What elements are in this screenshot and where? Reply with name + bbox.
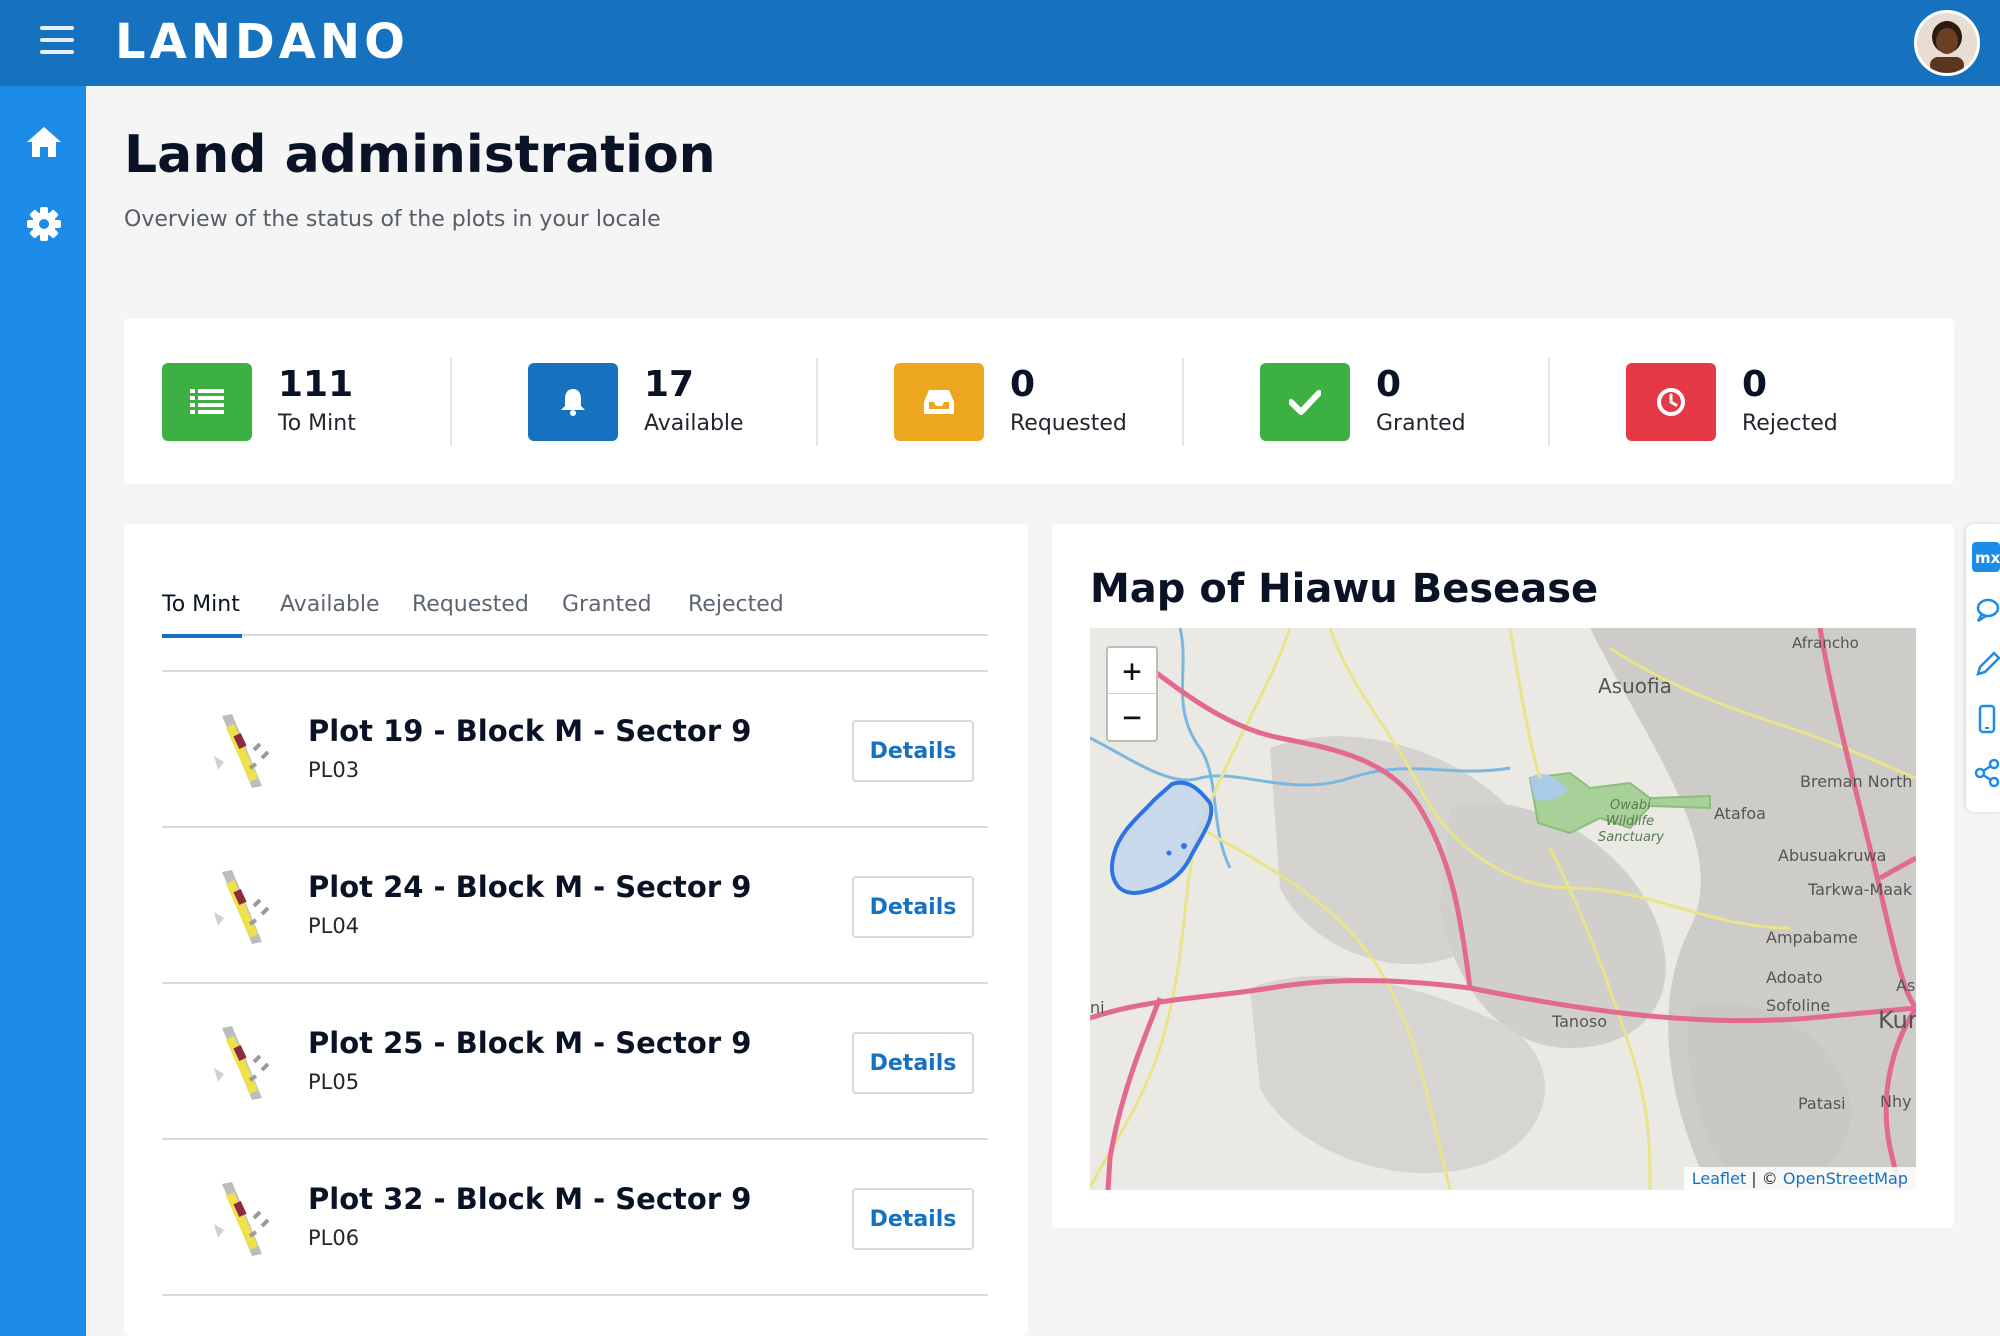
tab-requested[interactable]: Requested: [412, 592, 529, 617]
status-summary-card: 111 To Mint 17 Available 0 Requested 0 G…: [124, 318, 1954, 484]
map-view[interactable]: Afrancho Asuofia Breman North Owabi Wild…: [1090, 628, 1916, 1190]
zoom-control: + −: [1106, 646, 1158, 742]
stat-value: 0: [1376, 364, 1402, 405]
tab-to-mint[interactable]: To Mint: [162, 592, 240, 617]
hamburger-menu-icon[interactable]: [40, 26, 74, 58]
map-card: Map of Hiawu Besease Afrancho Asuofia Br…: [1052, 524, 1954, 1228]
details-button[interactable]: Details: [852, 1032, 974, 1094]
tab-granted[interactable]: Granted: [562, 592, 652, 617]
divider: [1548, 358, 1550, 446]
list-item[interactable]: Plot 24 - Block M - Sector 9 PL04 Detail…: [162, 828, 988, 982]
map-label: Kur: [1878, 1006, 1916, 1034]
map-attribution: Leaflet | © OpenStreetMap: [1683, 1167, 1916, 1190]
list-item[interactable]: Plot 25 - Block M - Sector 9 PL05 Detail…: [162, 984, 988, 1138]
list-item[interactable]: Plot 32 - Block M - Sector 9 PL06 Detail…: [162, 1140, 988, 1294]
top-bar: LANDANO: [0, 0, 2000, 86]
map-label: Wildlife: [1606, 814, 1655, 829]
map-label: Sofoline: [1766, 996, 1831, 1015]
list-icon: [162, 363, 252, 441]
map-label: Nhy: [1880, 1092, 1912, 1111]
check-icon: [1260, 363, 1350, 441]
details-button[interactable]: Details: [852, 720, 974, 782]
tab-available[interactable]: Available: [280, 592, 380, 617]
map-label: Asuofia: [1598, 674, 1672, 698]
details-button[interactable]: Details: [852, 876, 974, 938]
app-logo[interactable]: LANDANO: [115, 14, 409, 70]
plot-list-card: To Mint Available Requested Granted Reje…: [124, 524, 1028, 1336]
pencil-icon[interactable]: [1972, 650, 2000, 680]
bell-icon: [528, 363, 618, 441]
tab-rejected[interactable]: Rejected: [688, 592, 784, 617]
map-label: As: [1896, 976, 1916, 995]
mx-logo-icon[interactable]: mx: [1972, 542, 2000, 572]
plot-code: PL06: [308, 1226, 360, 1250]
map-label: Tanoso: [1552, 1012, 1607, 1031]
page-subtitle: Overview of the status of the plots in y…: [124, 207, 661, 232]
stat-label: Rejected: [1742, 411, 1838, 436]
map-label: Adoato: [1766, 968, 1823, 987]
stat-label: Available: [644, 411, 744, 436]
divider: [450, 358, 452, 446]
stat-value: 0: [1010, 364, 1036, 405]
stat-label: Granted: [1376, 411, 1466, 436]
plot-title: Plot 32 - Block M - Sector 9: [308, 1182, 752, 1216]
map-label: Sanctuary: [1598, 830, 1664, 845]
map-tiles: [1090, 628, 1916, 1190]
openstreetmap-link[interactable]: OpenStreetMap: [1783, 1169, 1908, 1188]
map-label: ni: [1090, 998, 1105, 1017]
plot-thumbnail-icon: [204, 868, 284, 946]
home-icon[interactable]: [24, 122, 64, 162]
plot-title: Plot 25 - Block M - Sector 9: [308, 1026, 752, 1060]
plot-thumbnail-icon: [204, 712, 284, 790]
stat-value: 17: [644, 364, 695, 405]
attribution-separator: | ©: [1746, 1169, 1783, 1188]
stat-value: 0: [1742, 364, 1768, 405]
map-label: Tarkwa-Maak: [1808, 880, 1913, 899]
plot-code: PL05: [308, 1070, 360, 1094]
details-button[interactable]: Details: [852, 1188, 974, 1250]
stat-value: 111: [278, 364, 354, 405]
mobile-icon[interactable]: [1972, 704, 2000, 734]
svg-text:mx: mx: [1975, 549, 2000, 567]
map-label: Atafoa: [1714, 804, 1766, 823]
plot-thumbnail-icon: [204, 1024, 284, 1102]
map-label: Breman North: [1800, 772, 1913, 791]
divider: [1182, 358, 1184, 446]
active-tab-indicator: [162, 634, 242, 638]
plot-code: PL03: [308, 758, 360, 782]
stat-rejected[interactable]: 0 Rejected: [1626, 363, 1966, 443]
zoom-in-button[interactable]: +: [1108, 648, 1156, 694]
map-label: Patasi: [1798, 1094, 1846, 1113]
stat-label: To Mint: [278, 411, 356, 436]
map-label: Owabi: [1610, 798, 1651, 813]
row-divider: [162, 1294, 988, 1296]
divider: [816, 358, 818, 446]
right-toolbar: mx: [1966, 524, 2000, 812]
stat-label: Requested: [1010, 411, 1127, 436]
page-title: Land administration: [124, 125, 716, 185]
map-label: Abusuakruwa: [1778, 846, 1887, 865]
leaflet-link[interactable]: Leaflet: [1692, 1169, 1746, 1188]
user-avatar[interactable]: [1914, 10, 1980, 76]
zoom-out-button[interactable]: −: [1108, 694, 1156, 740]
clock-icon: [1626, 363, 1716, 441]
status-tabs: To Mint Available Requested Granted Reje…: [162, 592, 988, 638]
map-label: Afrancho: [1792, 634, 1859, 652]
plot-code: PL04: [308, 914, 360, 938]
plot-title: Plot 24 - Block M - Sector 9: [308, 870, 752, 904]
map-label: Ampabame: [1766, 928, 1858, 947]
plot-thumbnail-icon: [204, 1180, 284, 1258]
chat-icon[interactable]: [1972, 596, 2000, 626]
share-icon[interactable]: [1972, 758, 2000, 788]
inbox-icon: [894, 363, 984, 441]
gear-icon[interactable]: [24, 204, 64, 244]
sidebar: [0, 86, 86, 1336]
map-title: Map of Hiawu Besease: [1090, 566, 1599, 612]
list-item[interactable]: Plot 19 - Block M - Sector 9 PL03 Detail…: [162, 672, 988, 826]
avatar-image: [1917, 13, 1977, 73]
plot-title: Plot 19 - Block M - Sector 9: [308, 714, 752, 748]
